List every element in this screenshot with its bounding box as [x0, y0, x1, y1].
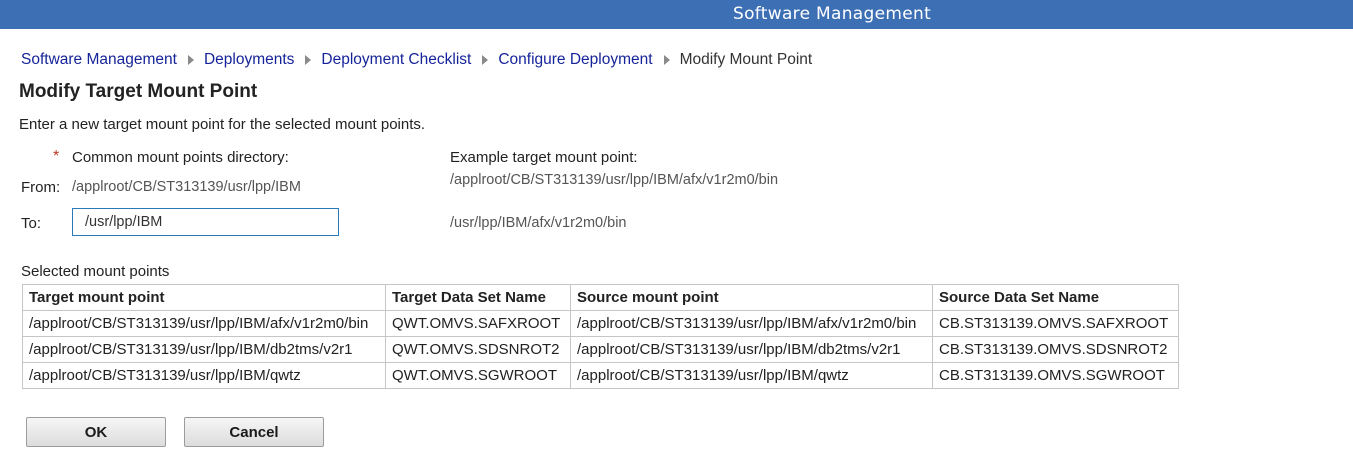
- breadcrumb-separator-icon: [187, 55, 194, 65]
- example-to-value: /usr/lpp/IBM/afx/v1r2m0/bin: [450, 215, 627, 231]
- example-label: Example target mount point:: [450, 149, 638, 166]
- app-title: Software Management: [733, 4, 932, 24]
- breadcrumb: Software Management Deployments Deployme…: [21, 51, 812, 69]
- cell-source-data-set: CB.ST313139.OMVS.SDSNROT2: [932, 336, 1179, 363]
- mount-points-table: Target mount point Target Data Set Name …: [22, 284, 1179, 389]
- ok-button[interactable]: OK: [26, 417, 166, 447]
- to-input[interactable]: [72, 208, 339, 236]
- breadcrumb-separator-icon: [305, 55, 312, 65]
- cell-source-data-set: CB.ST313139.OMVS.SAFXROOT: [932, 310, 1179, 337]
- column-header-source-data-set[interactable]: Source Data Set Name: [932, 284, 1179, 311]
- column-header-target-mount-point[interactable]: Target mount point: [22, 284, 386, 311]
- breadcrumb-separator-icon: [482, 55, 489, 65]
- breadcrumb-current: Modify Mount Point: [679, 51, 813, 68]
- breadcrumb-deployments[interactable]: Deployments: [204, 51, 294, 69]
- cell-target-mount-point: /applroot/CB/ST313139/usr/lpp/IBM/afx/v1…: [22, 310, 386, 337]
- column-header-target-data-set[interactable]: Target Data Set Name: [385, 284, 571, 311]
- cell-source-mount-point: /applroot/CB/ST313139/usr/lpp/IBM/db2tms…: [570, 336, 933, 363]
- cell-target-mount-point: /applroot/CB/ST313139/usr/lpp/IBM/qwtz: [22, 362, 386, 389]
- breadcrumb-software-management[interactable]: Software Management: [21, 51, 177, 69]
- cell-target-data-set: QWT.OMVS.SGWROOT: [385, 362, 571, 389]
- table-row[interactable]: /applroot/CB/ST313139/usr/lpp/IBM/db2tms…: [22, 336, 1179, 363]
- column-header-source-mount-point[interactable]: Source mount point: [570, 284, 933, 311]
- cell-target-data-set: QWT.OMVS.SDSNROT2: [385, 336, 571, 363]
- from-label: From:: [21, 179, 61, 196]
- to-label: To:: [21, 215, 42, 232]
- breadcrumb-configure-deployment[interactable]: Configure Deployment: [498, 51, 652, 69]
- common-mount-label: Common mount points directory:: [72, 149, 289, 166]
- from-value: /applroot/CB/ST313139/usr/lpp/IBM: [72, 179, 301, 195]
- table-row[interactable]: /applroot/CB/ST313139/usr/lpp/IBM/afx/v1…: [22, 310, 1179, 337]
- cell-source-mount-point: /applroot/CB/ST313139/usr/lpp/IBM/afx/v1…: [570, 310, 933, 337]
- breadcrumb-separator-icon: [663, 55, 670, 65]
- cancel-button[interactable]: Cancel: [184, 417, 324, 447]
- cell-source-mount-point: /applroot/CB/ST313139/usr/lpp/IBM/qwtz: [570, 362, 933, 389]
- page-instructions: Enter a new target mount point for the s…: [19, 116, 426, 133]
- table-caption: Selected mount points: [21, 263, 170, 280]
- cell-target-data-set: QWT.OMVS.SAFXROOT: [385, 310, 571, 337]
- required-marker: *: [53, 148, 60, 165]
- breadcrumb-deployment-checklist[interactable]: Deployment Checklist: [321, 51, 471, 69]
- table-row[interactable]: /applroot/CB/ST313139/usr/lpp/IBM/qwtz Q…: [22, 362, 1179, 389]
- table-header-row: Target mount point Target Data Set Name …: [22, 284, 1179, 311]
- example-from-value: /applroot/CB/ST313139/usr/lpp/IBM/afx/v1…: [450, 172, 779, 188]
- cell-target-mount-point: /applroot/CB/ST313139/usr/lpp/IBM/db2tms…: [22, 336, 386, 363]
- page-title: Modify Target Mount Point: [19, 81, 258, 102]
- header-bar: Software Management: [0, 0, 1353, 29]
- cell-source-data-set: CB.ST313139.OMVS.SGWROOT: [932, 362, 1179, 389]
